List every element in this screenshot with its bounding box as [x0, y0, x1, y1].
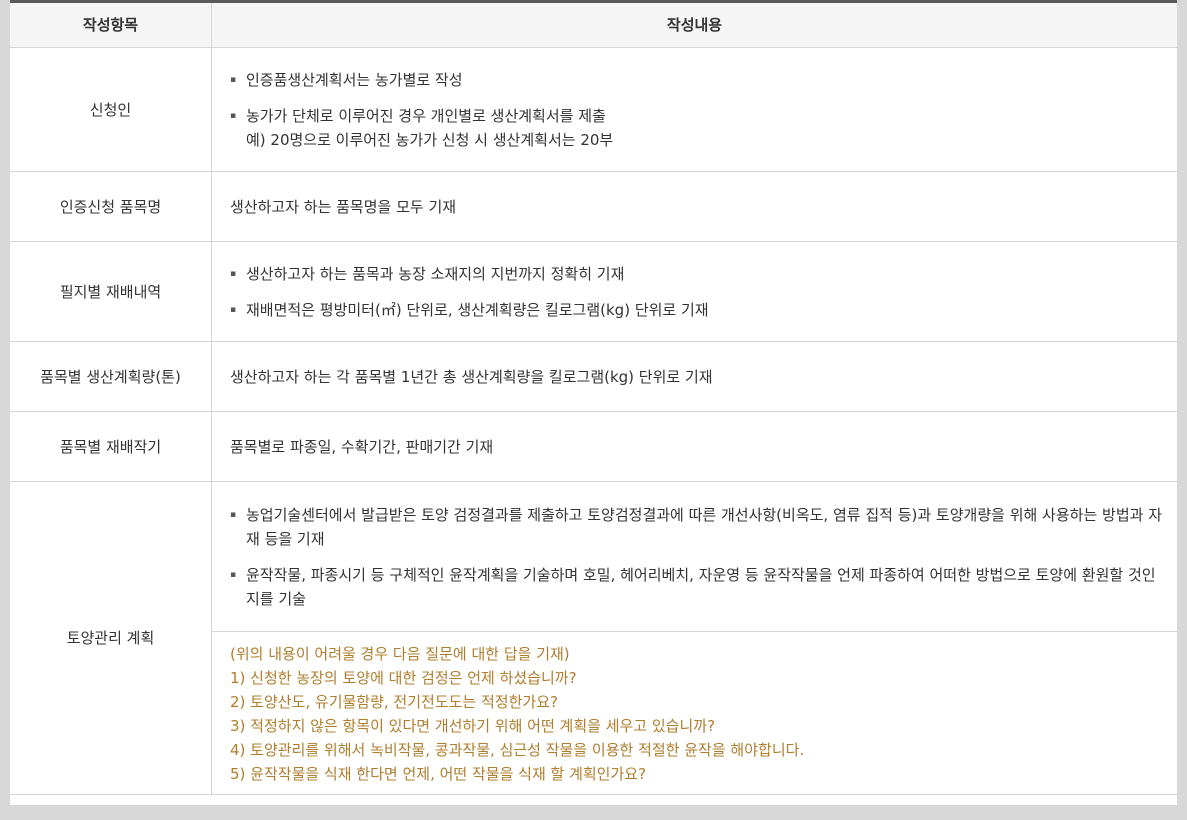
table-row: 토양관리 계획 농업기술센터에서 발급받은 토양 검정결과를 제출하고 토양검정…	[10, 481, 1177, 795]
question-line: 1) 신청한 농장의 토양에 대한 검정은 언제 하셨습니까?	[230, 669, 577, 687]
table-header-row: 작성항목 작성내용	[10, 3, 1177, 48]
question-line: 5) 윤작작물을 식재 한다면 언제, 어떤 작물을 식재 할 계획인가요?	[230, 765, 647, 783]
bullet-list: 생산하고자 하는 품목과 농장 소재지의 지번까지 정확히 기재 재배면적은 평…	[230, 262, 1177, 322]
list-item: 생산하고자 하는 품목과 농장 소재지의 지번까지 정확히 기재	[230, 262, 1177, 286]
row-content: 생산하고자 하는 각 품목별 1년간 총 생산계획량을 킬로그램(kg) 단위로…	[211, 341, 1177, 412]
row-content: 생산하고자 하는 품목과 농장 소재지의 지번까지 정확히 기재 재배면적은 평…	[211, 241, 1177, 342]
row-content: 품목별로 파종일, 수확기간, 판매기간 기재	[211, 411, 1177, 482]
table-row: 품목별 생산계획량(톤) 생산하고자 하는 각 품목별 1년간 총 생산계획량을…	[10, 341, 1177, 412]
document-frame: 작성항목 작성내용 신청인 인증품생산계획서는 농가별로 작성 농가가 단체로 …	[10, 0, 1177, 820]
bottom-margin	[0, 805, 1187, 820]
bullet-list: 인증품생산계획서는 농가별로 작성 농가가 단체로 이루어진 경우 개인별로 생…	[230, 68, 1177, 152]
question-line: 3) 적정하지 않은 항목이 있다면 개선하기 위해 어떤 계획을 세우고 있습…	[230, 717, 716, 735]
row-label: 필지별 재배내역	[10, 241, 212, 342]
list-item-text: 농가가 단체로 이루어진 경우 개인별로 생산계획서를 제출	[246, 106, 606, 125]
table-row: 인증신청 품목명 생산하고자 하는 품목명을 모두 기재	[10, 171, 1177, 242]
row-label: 인증신청 품목명	[10, 171, 212, 242]
list-item: 재배면적은 평방미터(㎡) 단위로, 생산계획량은 킬로그램(kg) 단위로 기…	[230, 298, 1177, 322]
table-row: 필지별 재배내역 생산하고자 하는 품목과 농장 소재지의 지번까지 정확히 기…	[10, 241, 1177, 342]
row-label: 토양관리 계획	[10, 481, 212, 795]
application-guide-table: 작성항목 작성내용 신청인 인증품생산계획서는 농가별로 작성 농가가 단체로 …	[10, 3, 1177, 795]
bullet-list: 농업기술센터에서 발급받은 토양 검정결과를 제출하고 토양검정결과에 따른 개…	[230, 503, 1169, 611]
row-content: 생산하고자 하는 품목명을 모두 기재	[211, 171, 1177, 242]
header-content: 작성내용	[211, 3, 1177, 48]
row-content: 인증품생산계획서는 농가별로 작성 농가가 단체로 이루어진 경우 개인별로 생…	[211, 47, 1177, 172]
list-item: 인증품생산계획서는 농가별로 작성	[230, 68, 1177, 92]
row-label: 신청인	[10, 47, 212, 172]
soil-questions: (위의 내용이 어려울 경우 다음 질문에 대한 답을 기재) 1) 신청한 농…	[211, 631, 1177, 795]
table-row: 품목별 재배작기 품목별로 파종일, 수확기간, 판매기간 기재	[10, 411, 1177, 482]
question-line: (위의 내용이 어려울 경우 다음 질문에 대한 답을 기재)	[230, 645, 570, 663]
right-margin	[1177, 0, 1187, 820]
header-item: 작성항목	[10, 3, 212, 48]
list-item: 윤작작물, 파종시기 등 구체적인 윤작계획을 기술하며 호밀, 헤어리베치, …	[230, 563, 1169, 611]
row-content: 농업기술센터에서 발급받은 토양 검정결과를 제출하고 토양검정결과에 따른 개…	[211, 481, 1177, 632]
question-line: 4) 토양관리를 위해서 녹비작물, 콩과작물, 심근성 작물을 이용한 적절한…	[230, 741, 805, 759]
list-item: 농업기술센터에서 발급받은 토양 검정결과를 제출하고 토양검정결과에 따른 개…	[230, 503, 1169, 551]
table-row: 신청인 인증품생산계획서는 농가별로 작성 농가가 단체로 이루어진 경우 개인…	[10, 47, 1177, 172]
list-item-note: 예) 20명으로 이루어진 농가가 신청 시 생산계획서는 20부	[246, 130, 614, 149]
row-label: 품목별 생산계획량(톤)	[10, 341, 212, 412]
question-line: 2) 토양산도, 유기물함량, 전기전도도는 적정한가요?	[230, 693, 558, 711]
row-label: 품목별 재배작기	[10, 411, 212, 482]
list-item: 농가가 단체로 이루어진 경우 개인별로 생산계획서를 제출 예) 20명으로 …	[230, 104, 1177, 152]
